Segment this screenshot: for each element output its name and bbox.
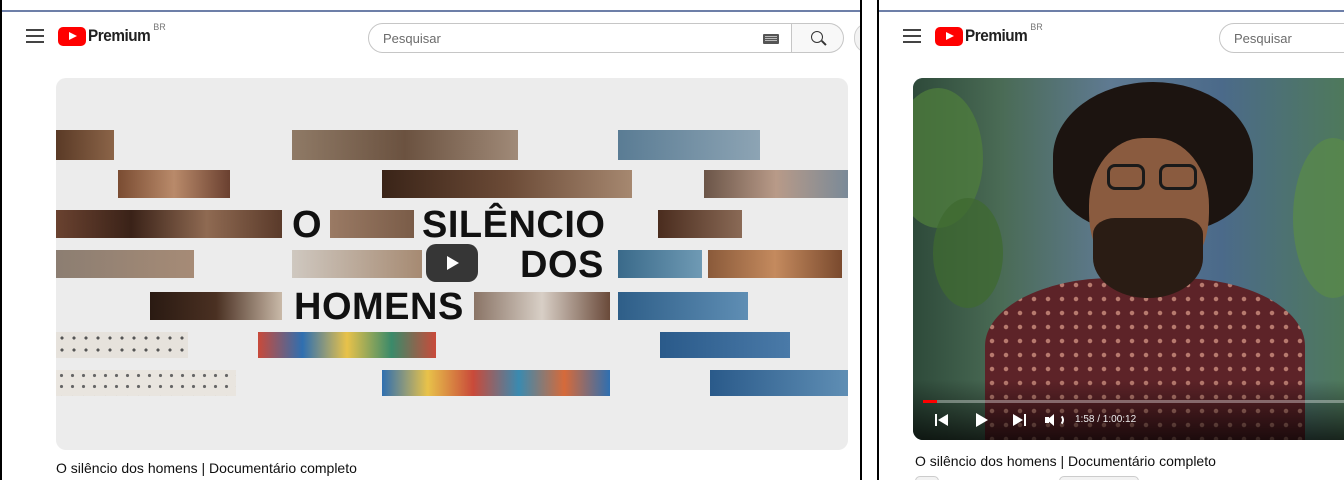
shirt-strip	[660, 332, 790, 358]
face-strip	[292, 250, 422, 278]
logo-text: Premium	[965, 26, 1028, 45]
foliage	[933, 198, 1003, 308]
search-input[interactable]: Pesquisar	[1219, 23, 1344, 53]
menu-icon[interactable]	[26, 29, 44, 43]
face-strip	[150, 292, 282, 320]
progress-fill	[923, 400, 938, 403]
shirt-strip	[258, 332, 436, 358]
logo-country-code: BR	[1030, 22, 1043, 32]
search-placeholder: Pesquisar	[1234, 30, 1292, 46]
shirt-strip	[382, 370, 610, 396]
face-strip	[56, 130, 114, 160]
face-strip	[292, 130, 518, 160]
shirt-strip	[710, 370, 848, 396]
face-strip	[382, 170, 632, 198]
thumbnail-title-silencio: SILÊNCIO	[422, 204, 606, 246]
search-input[interactable]: Pesquisar	[368, 23, 792, 53]
glasses-left-lens	[1107, 164, 1145, 190]
face-strip	[618, 130, 760, 160]
watch-window: Premium BR Pesquisar 1:58 / 1:00:12 O si…	[877, 0, 1344, 480]
shirt-strip	[56, 370, 236, 396]
face-strip	[330, 210, 414, 238]
search-icon	[811, 31, 823, 43]
youtube-premium-logo[interactable]: Premium BR	[58, 22, 166, 47]
subscribe-button[interactable]	[1059, 476, 1139, 480]
face-strip	[474, 292, 610, 320]
channel-avatar[interactable]	[915, 476, 939, 480]
glasses-right-lens	[1159, 164, 1197, 190]
masthead: Premium BR Pesquisar	[879, 14, 1344, 64]
thumbnail-title-homens: HOMENS	[294, 286, 464, 328]
face-strip	[56, 210, 282, 238]
presenter-beard	[1093, 218, 1203, 298]
face-strip	[618, 250, 702, 278]
menu-icon[interactable]	[903, 29, 921, 43]
youtube-premium-logo[interactable]: Premium BR	[935, 22, 1043, 47]
face-strip	[704, 170, 848, 198]
face-strip	[708, 250, 842, 278]
video-player[interactable]: 1:58 / 1:00:12	[913, 78, 1344, 440]
controls-overlay	[913, 380, 1344, 440]
thumbnail-title-o: O	[292, 204, 323, 246]
play-icon[interactable]	[426, 244, 478, 282]
video-thumbnail[interactable]: O SILÊNCIO DOS HOMENS	[56, 78, 848, 450]
search-placeholder: Pesquisar	[383, 30, 441, 46]
voice-search-button[interactable]	[854, 23, 860, 53]
video-title[interactable]: O silêncio dos homens | Documentário com…	[915, 453, 1216, 469]
youtube-logo-icon	[58, 26, 86, 46]
window-top-border	[879, 10, 1344, 12]
search-button[interactable]	[792, 23, 844, 53]
face-strip	[118, 170, 230, 198]
video-title[interactable]: O silêncio dos homens | Documentário com…	[56, 460, 357, 476]
progress-bar[interactable]	[923, 400, 1344, 403]
previous-icon[interactable]	[935, 412, 949, 428]
window-top-border	[2, 10, 860, 12]
youtube-logo-icon	[935, 26, 963, 46]
next-icon[interactable]	[1013, 412, 1027, 428]
time-display: 1:58 / 1:00:12	[1075, 414, 1137, 425]
thumbnail-title-dos: DOS	[520, 244, 604, 286]
face-strip	[618, 292, 748, 320]
shirt-strip	[56, 332, 188, 358]
search-results-window: Premium BR Pesquisar O SILÊNCIO DOS HOME…	[0, 0, 862, 480]
logo-text: Premium	[88, 26, 151, 45]
face-strip	[658, 210, 742, 238]
keyboard-icon[interactable]	[763, 34, 779, 44]
logo-country-code: BR	[153, 22, 166, 32]
face-strip	[56, 250, 194, 278]
play-icon[interactable]	[975, 412, 989, 428]
masthead: Premium BR Pesquisar	[2, 14, 860, 64]
